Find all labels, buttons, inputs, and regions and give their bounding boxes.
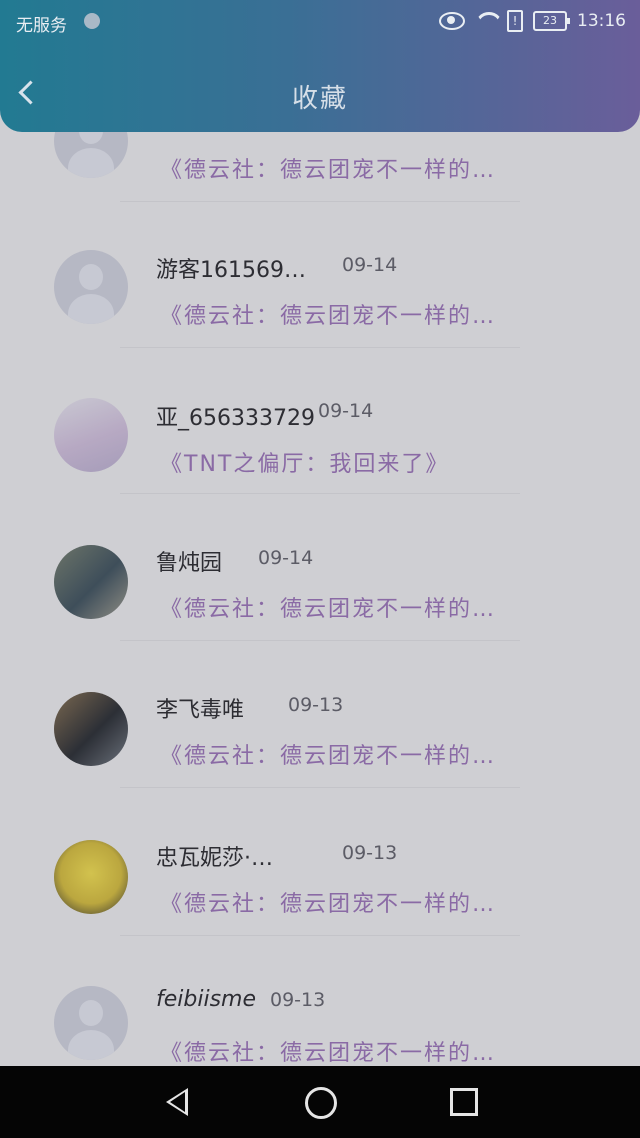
carrier-label: 无服务 bbox=[16, 16, 67, 36]
list-item[interactable]: 忠瓦妮莎·… 09-13 《德云社：德云团宠不一样的… bbox=[0, 790, 640, 936]
wifi-icon bbox=[475, 12, 497, 30]
triangle-back-icon[interactable] bbox=[166, 1088, 188, 1116]
list-item[interactable]: 李飞毒唯 09-13 《德云社：德云团宠不一样的… bbox=[0, 642, 640, 788]
item-username: 游客161569… bbox=[156, 258, 306, 283]
divider bbox=[120, 787, 520, 788]
item-date: 09-13 bbox=[342, 842, 398, 864]
item-excerpt[interactable]: 《TNT之偏厅：我回来了》 bbox=[160, 446, 449, 478]
avatar bbox=[54, 545, 128, 619]
divider bbox=[120, 935, 520, 936]
item-username: 鲁炖园 bbox=[156, 551, 223, 576]
item-username: 亚_656333729 bbox=[156, 406, 315, 431]
item-excerpt[interactable]: 《德云社：德云团宠不一样的… bbox=[160, 591, 496, 623]
list-item[interactable]: 游客161569… 09-14 《德云社：德云团宠不一样的… bbox=[0, 202, 640, 348]
divider bbox=[120, 640, 520, 641]
status-right: ! 23 13:16 bbox=[439, 10, 626, 32]
list-item[interactable]: feibiisme 09-13 《德云社：德云团宠不一样的… bbox=[0, 937, 640, 1083]
carrier-icon bbox=[84, 13, 100, 29]
system-navbar bbox=[0, 1066, 640, 1138]
status-bar: 无服务 ! 23 13:16 bbox=[0, 0, 640, 44]
battery-icon: 23 bbox=[533, 11, 570, 31]
item-excerpt[interactable]: 《德云社：德云团宠不一样的… bbox=[160, 152, 496, 184]
item-date: 09-13 bbox=[288, 694, 344, 716]
item-username: 李飞毒唯 bbox=[156, 698, 245, 723]
item-username: 忠瓦妮莎·… bbox=[156, 846, 273, 871]
battery-level: 23 bbox=[543, 14, 557, 27]
circle-home-icon[interactable] bbox=[305, 1087, 337, 1119]
avatar bbox=[54, 398, 128, 472]
item-excerpt[interactable]: 《德云社：德云团宠不一样的… bbox=[160, 298, 496, 330]
avatar bbox=[54, 250, 128, 324]
item-date: 09-14 bbox=[258, 547, 314, 569]
item-excerpt[interactable]: 《德云社：德云团宠不一样的… bbox=[160, 886, 496, 918]
avatar bbox=[54, 840, 128, 914]
avatar bbox=[54, 986, 128, 1060]
item-excerpt[interactable]: 《德云社：德云团宠不一样的… bbox=[160, 738, 496, 770]
page-title: 收藏 bbox=[291, 84, 348, 114]
list-item[interactable]: 鲁炖园 09-14 《德云社：德云团宠不一样的… bbox=[0, 495, 640, 641]
list-item[interactable]: 亚_656333729 09-14 《TNT之偏厅：我回来了》 bbox=[0, 348, 640, 494]
item-username: feibiisme bbox=[156, 987, 257, 1012]
avatar bbox=[54, 692, 128, 766]
divider bbox=[120, 493, 520, 494]
app-header: 无服务 ! 23 13:16 收藏 bbox=[0, 0, 640, 132]
item-date: 09-14 bbox=[342, 254, 398, 276]
item-date: 09-14 bbox=[318, 400, 374, 422]
eye-icon bbox=[439, 12, 465, 30]
alert-icon: ! bbox=[507, 10, 523, 32]
item-date: 09-13 bbox=[270, 989, 326, 1011]
clock: 13:16 bbox=[577, 11, 626, 31]
item-excerpt[interactable]: 《德云社：德云团宠不一样的… bbox=[160, 1035, 496, 1067]
square-recent-icon[interactable] bbox=[450, 1088, 478, 1116]
